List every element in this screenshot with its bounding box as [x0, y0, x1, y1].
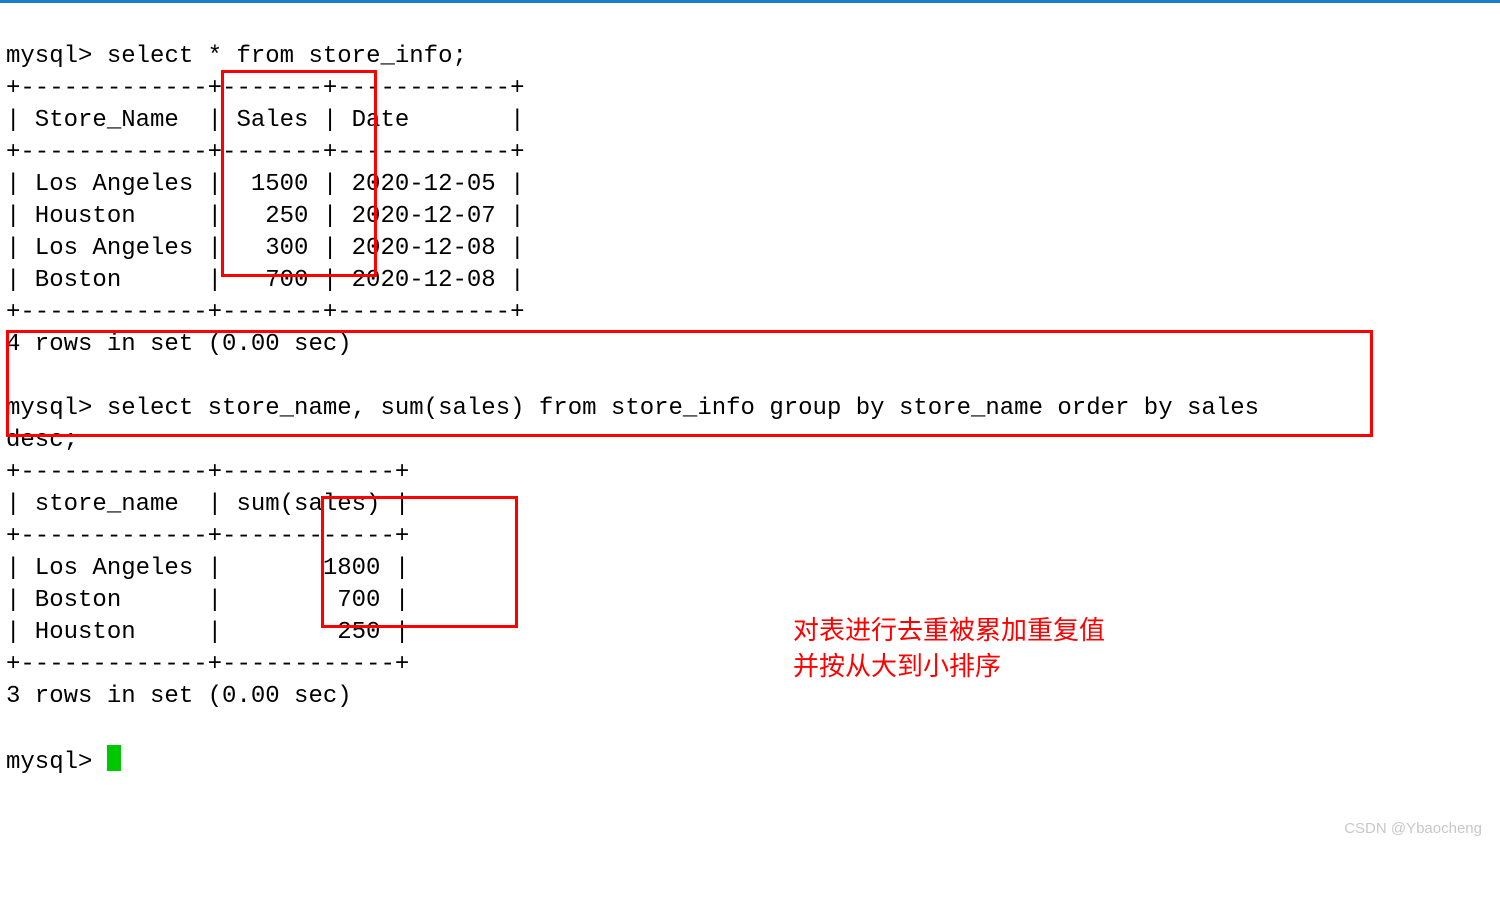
- highlight-query-2: [6, 330, 1373, 437]
- prompt-1: mysql> select * from store_info;: [6, 43, 467, 70]
- highlight-sum-column: [321, 496, 518, 628]
- annotation-text: 对表进行去重被累加重复值 并按从大到小排序: [793, 612, 1105, 684]
- table1-border-bot: +-------------+-------+------------+: [6, 299, 524, 326]
- result-2: 3 rows in set (0.00 sec): [6, 683, 352, 710]
- table2-border-bot: +-------------+------------+: [6, 651, 409, 678]
- prompt-3: mysql>: [6, 749, 121, 776]
- watermark: CSDN @Ybaocheng: [1344, 813, 1482, 845]
- cursor-block[interactable]: [107, 745, 121, 771]
- blank-2: [6, 715, 20, 742]
- window-top-border: [0, 0, 1500, 3]
- highlight-sales-column: [221, 70, 377, 277]
- table2-border-top: +-------------+------------+: [6, 459, 409, 486]
